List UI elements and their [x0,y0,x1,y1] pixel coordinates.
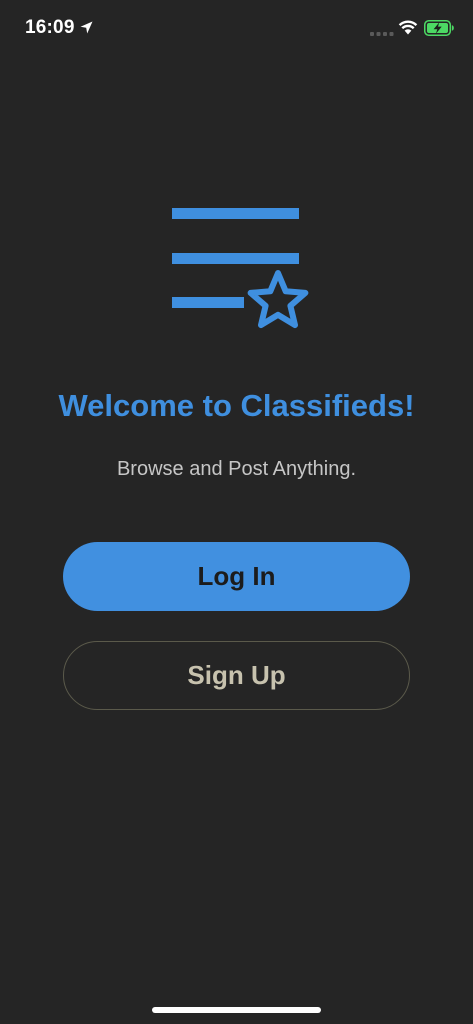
location-arrow-icon [80,21,93,34]
home-indicator[interactable] [152,1007,321,1013]
wifi-icon [398,20,418,35]
status-bar: 16:09 [0,0,473,56]
welcome-title: Welcome to Classifieds! [58,388,415,423]
log-in-button[interactable]: Log In [63,542,410,611]
welcome-subtitle: Browse and Post Anything. [116,458,357,480]
status-time: 16:09 [25,17,75,38]
cellular-signal-icon [370,32,394,36]
battery-charging-icon [424,20,454,36]
sign-up-button[interactable]: Sign Up [63,641,410,710]
list-star-icon [172,208,309,329]
